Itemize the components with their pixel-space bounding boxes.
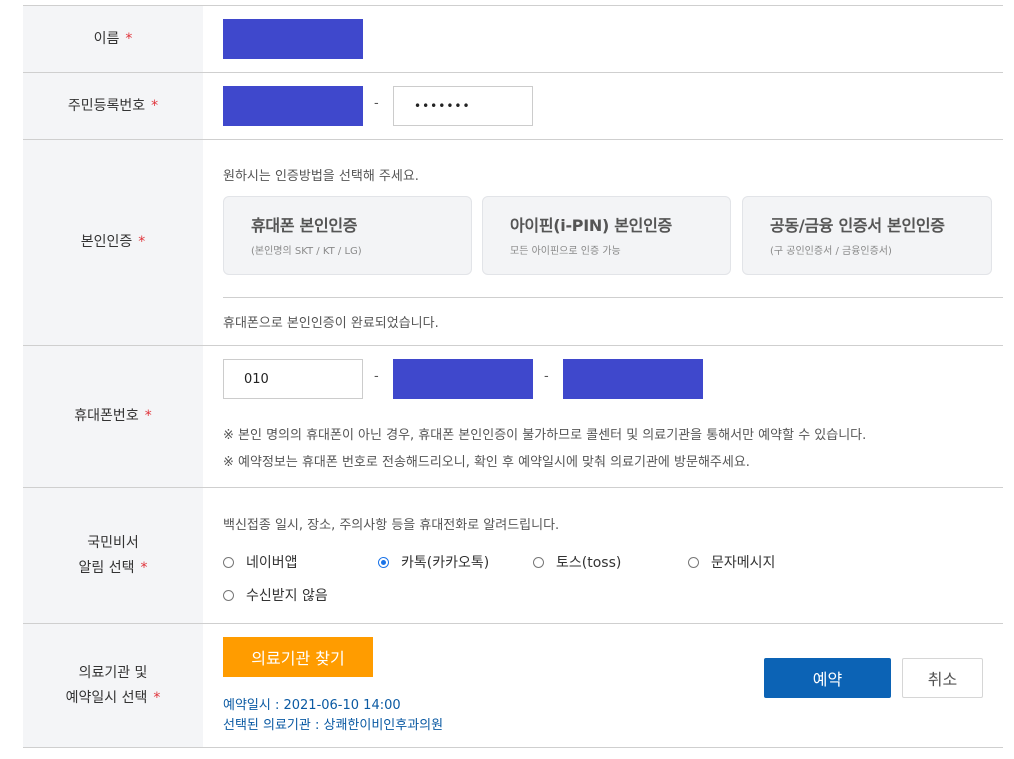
auth-option-sub: 모든 아이핀으로 인증 가능 — [510, 246, 621, 257]
notify-label-line2: 알림 선택 — [78, 559, 135, 576]
rrn-front-input-redacted[interactable] — [223, 86, 363, 126]
radio-no-notification[interactable]: 수신받지 않음 — [223, 585, 328, 605]
hospital-label-line1: 의료기관 및 — [78, 664, 148, 681]
phone-note-1: ※ 본인 명의의 휴대폰이 아닌 경우, 휴대폰 본인인증이 불가하므로 콜센터… — [223, 428, 867, 443]
phone-prefix-input[interactable]: 010 — [223, 359, 363, 399]
auth-option-title: 아이핀(i-PIN) 본인인증 — [510, 216, 672, 235]
phone-separator-2: - — [544, 369, 549, 384]
auth-option-title: 공동/금융 인증서 본인인증 — [770, 216, 945, 235]
rrn-separator: - — [374, 96, 379, 111]
auth-status: 휴대폰으로 본인인증이 완료되었습니다. — [223, 316, 439, 331]
notify-instruction: 백신접종 일시, 장소, 주의사항 등을 휴대전화로 알려드립니다. — [223, 518, 560, 533]
phone-note-2: ※ 예약정보는 휴대폰 번호로 전송해드리오니, 확인 후 예약일시에 맞춰 의… — [223, 455, 750, 470]
reservation-datetime: 예약일시 : 2021-06-10 14:00 — [223, 698, 401, 713]
phone-separator-1: - — [374, 369, 379, 384]
rrn-back-input[interactable]: ••••••• — [393, 86, 533, 126]
radio-label: 수신받지 않음 — [246, 588, 328, 604]
auth-option-certificate[interactable]: 공동/금융 인증서 본인인증 (구 공인인증서 / 금융인증서) — [742, 196, 992, 275]
row-notify: 국민비서 알림 선택 * 백신접종 일시, 장소, 주의사항 등을 휴대전화로 알… — [23, 488, 1003, 624]
radio-unchecked-icon — [533, 556, 544, 568]
row-rrn: 주민등록번호 * - ••••••• — [23, 73, 1003, 140]
reservation-form: 이름 * 주민등록번호 * - ••••••• 본인인증 * 원하시는 인증방법을 선… — [23, 5, 1003, 748]
phone-last-input-redacted[interactable] — [563, 359, 703, 399]
name-label: 이름 * — [23, 6, 203, 72]
radio-naver-app[interactable]: 네이버앱 — [223, 552, 298, 572]
required-mark: * — [140, 559, 148, 576]
radio-sms[interactable]: 문자메시지 — [688, 552, 775, 572]
auth-option-ipin[interactable]: 아이핀(i-PIN) 본인인증 모든 아이핀으로 인증 가능 — [482, 196, 731, 275]
name-input-redacted[interactable] — [223, 19, 363, 59]
reserve-button[interactable]: 예약 — [764, 658, 891, 698]
auth-option-phone[interactable]: 휴대폰 본인인증 (본인명의 SKT / KT / LG) — [223, 196, 472, 275]
auth-divider — [223, 297, 1003, 298]
auth-label: 본인인증 * — [23, 140, 203, 345]
row-auth: 본인인증 * 원하시는 인증방법을 선택해 주세요. 휴대폰 본인인증 (본인명의… — [23, 140, 1003, 346]
row-hospital: 의료기관 및 예약일시 선택 * 의료기관 찾기 예약일시 : 2021-06-1… — [23, 624, 1003, 748]
radio-toss[interactable]: 토스(toss) — [533, 552, 621, 572]
hospital-label-line2: 예약일시 선택 — [65, 689, 148, 706]
phone-label: 휴대폰번호 * — [23, 346, 203, 487]
radio-unchecked-icon — [688, 556, 699, 568]
rrn-label-text: 주민등록번호 — [67, 97, 146, 114]
required-mark: * — [151, 97, 159, 114]
auth-instruction: 원하시는 인증방법을 선택해 주세요. — [223, 169, 419, 184]
radio-unchecked-icon — [223, 589, 234, 601]
rrn-label: 주민등록번호 * — [23, 73, 203, 139]
row-phone: 휴대폰번호 * 010 - - ※ 본인 명의의 휴대폰이 아닌 경우, 휴대폰 … — [23, 346, 1003, 488]
required-mark: * — [138, 234, 146, 250]
radio-label: 네이버앱 — [246, 555, 298, 571]
phone-label-text: 휴대폰번호 — [74, 408, 139, 424]
row-name: 이름 * — [23, 6, 1003, 73]
phone-middle-input-redacted[interactable] — [393, 359, 533, 399]
notify-label: 국민비서 알림 선택 * — [23, 488, 203, 623]
radio-unchecked-icon — [223, 556, 234, 568]
hospital-label: 의료기관 및 예약일시 선택 * — [23, 624, 203, 747]
required-mark: * — [144, 408, 152, 424]
notify-label-line1: 국민비서 — [87, 534, 139, 551]
auth-label-text: 본인인증 — [80, 234, 133, 250]
radio-kakaotalk[interactable]: 카톡(카카오톡) — [378, 552, 489, 572]
cancel-button[interactable]: 취소 — [902, 658, 983, 698]
required-mark: * — [153, 689, 161, 706]
auth-option-sub: (본인명의 SKT / KT / LG) — [251, 246, 362, 257]
radio-checked-icon — [378, 556, 389, 568]
radio-label: 토스(toss) — [556, 555, 622, 571]
auth-option-sub: (구 공인인증서 / 금융인증서) — [770, 246, 892, 257]
radio-label: 카톡(카카오톡) — [401, 555, 490, 571]
auth-option-title: 휴대폰 본인인증 — [251, 216, 358, 235]
radio-label: 문자메시지 — [711, 555, 776, 571]
name-label-text: 이름 — [93, 30, 120, 47]
required-mark: * — [125, 30, 133, 47]
find-hospital-button[interactable]: 의료기관 찾기 — [223, 637, 373, 677]
selected-hospital: 선택된 의료기관 : 상쾌한이비인후과의원 — [223, 718, 444, 733]
